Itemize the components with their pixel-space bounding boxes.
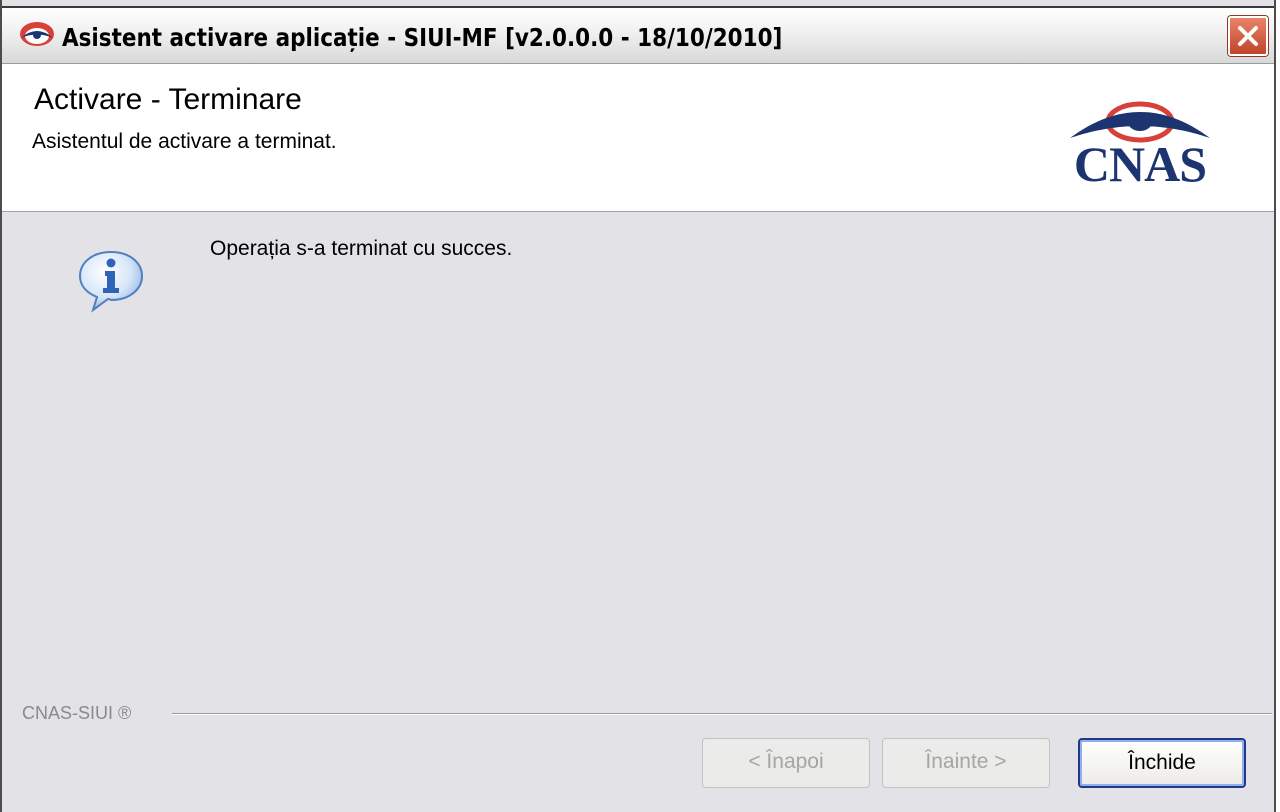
title-bar[interactable]: Asistent activare aplicație - SIUI-MF [v… (2, 6, 1274, 64)
footer-divider (172, 713, 1272, 715)
cnas-logo: CNAS (1054, 92, 1226, 196)
wizard-header: Activare - Terminare Asistentul de activ… (2, 64, 1274, 212)
close-window-button[interactable] (1228, 16, 1268, 56)
info-icon (78, 250, 144, 313)
success-message: Operația s-a terminat cu succes. (210, 237, 513, 260)
page-title: Activare - Terminare (34, 83, 302, 116)
logo-text: CNAS (1073, 136, 1207, 192)
finish-close-button[interactable]: Închide (1078, 738, 1246, 788)
app-icon (20, 22, 54, 46)
next-button[interactable]: Înainte > (882, 738, 1050, 788)
window-title: Asistent activare aplicație - SIUI-MF [v… (62, 23, 783, 52)
back-button[interactable]: < Înapoi (702, 738, 870, 788)
page-subtitle: Asistentul de activare a terminat. (32, 130, 337, 153)
footer-brand-label: CNAS-SIUI ® (22, 700, 140, 726)
activation-wizard-window: Asistent activare aplicație - SIUI-MF [v… (0, 0, 1276, 812)
close-icon (1238, 26, 1258, 46)
